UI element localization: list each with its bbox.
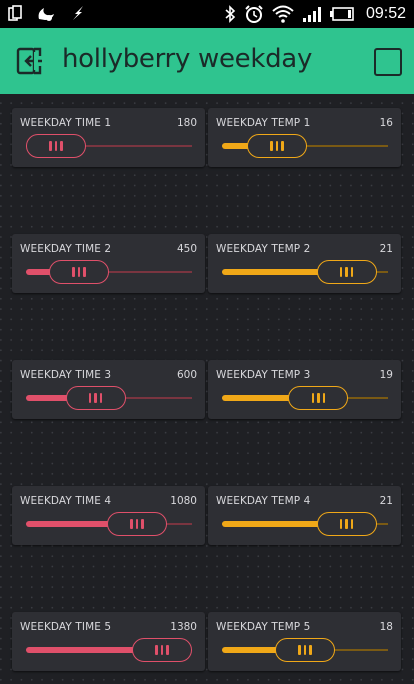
- grip-icon: [298, 645, 301, 655]
- grip-icon: [135, 519, 139, 529]
- slider-label: WEEKDAY TIME 3: [20, 369, 112, 381]
- slider-label: WEEKDAY TEMP 1: [216, 117, 311, 129]
- grip-icon: [350, 519, 354, 529]
- slider-label: WEEKDAY TIME 5: [20, 621, 112, 633]
- grip-icon: [141, 519, 144, 529]
- slider-card-temp-4[interactable]: WEEKDAY TEMP 4 21: [208, 486, 401, 545]
- slider-value: 1380: [170, 621, 197, 633]
- grip-icon: [345, 267, 348, 277]
- slider-label: WEEKDAY TIME 1: [20, 117, 112, 129]
- app-header: hollyberry weekday: [0, 28, 414, 94]
- slider-card-time-2[interactable]: WEEKDAY TIME 2 450: [12, 234, 205, 293]
- grip-icon: [54, 141, 58, 151]
- sim-card-icon: [8, 5, 22, 21]
- slider-card-time-4[interactable]: WEEKDAY TIME 4 1080: [12, 486, 205, 545]
- slider-value: 180: [176, 117, 197, 129]
- slider-card-temp-1[interactable]: WEEKDAY TEMP 1 16: [208, 108, 401, 167]
- slider-value: 18: [379, 621, 393, 633]
- slider-card-temp-5[interactable]: WEEKDAY TEMP 5 18: [208, 612, 401, 671]
- slider-card-time-1[interactable]: WEEKDAY TIME 1 180: [12, 108, 205, 167]
- grip-icon: [60, 141, 63, 151]
- grip-icon: [72, 267, 75, 277]
- slider-value: 16: [379, 117, 393, 129]
- signal-icon: [302, 7, 321, 22]
- bluetooth-icon: [225, 5, 236, 23]
- alarm-icon: [245, 5, 263, 23]
- slider-value: 1080: [170, 495, 197, 507]
- slider-label: WEEKDAY TIME 2: [20, 243, 112, 255]
- slider-card-time-5[interactable]: WEEKDAY TIME 5 1380: [12, 612, 205, 671]
- slider-handle[interactable]: [49, 260, 110, 284]
- grip-icon: [350, 267, 354, 277]
- slider-label: WEEKDAY TEMP 5: [216, 621, 311, 633]
- grip-icon: [275, 141, 279, 151]
- slider-card-time-3[interactable]: WEEKDAY TIME 3 600: [12, 360, 205, 419]
- slider-handle[interactable]: [288, 386, 349, 410]
- grip-icon: [130, 519, 133, 529]
- grip-icon: [303, 645, 307, 655]
- slider-handle[interactable]: [316, 512, 377, 536]
- grip-icon: [77, 267, 81, 277]
- grip-icon: [322, 393, 326, 403]
- slider-handle[interactable]: [316, 260, 377, 284]
- grip-icon: [281, 141, 284, 151]
- grip-icon: [88, 393, 92, 403]
- slider-card-temp-3[interactable]: WEEKDAY TEMP 3 19: [208, 360, 401, 419]
- slider-value: 21: [379, 495, 393, 507]
- grip-icon: [94, 393, 97, 403]
- slider-value: 21: [379, 243, 393, 255]
- grip-icon: [160, 645, 164, 655]
- weather-icon: [38, 8, 54, 21]
- grip-icon: [270, 141, 273, 151]
- slider-handle[interactable]: [26, 134, 86, 158]
- slider-label: WEEKDAY TEMP 2: [216, 243, 311, 255]
- slider-card-temp-2[interactable]: WEEKDAY TEMP 2 21: [208, 234, 401, 293]
- grip-icon: [345, 519, 348, 529]
- wifi-icon: [272, 5, 294, 23]
- status-bar: 09:52: [0, 0, 414, 28]
- slider-handle[interactable]: [107, 512, 168, 536]
- grip-icon: [339, 267, 343, 277]
- grip-icon: [155, 645, 158, 655]
- slider-value: 450: [176, 243, 197, 255]
- grip-icon: [311, 393, 315, 403]
- grip-icon: [83, 267, 86, 277]
- grip-icon: [49, 141, 52, 151]
- grip-icon: [309, 645, 312, 655]
- slider-label: WEEKDAY TEMP 3: [216, 369, 311, 381]
- grip-icon: [99, 393, 103, 403]
- slider-handle[interactable]: [275, 638, 335, 662]
- exit-project-icon[interactable]: [14, 44, 48, 78]
- page-title: hollyberry weekday: [62, 44, 313, 74]
- slider-handle[interactable]: [132, 638, 192, 662]
- grip-icon: [166, 645, 169, 655]
- clock-time: 09:52: [365, 5, 406, 22]
- grip-icon: [339, 519, 343, 529]
- slider-value: 600: [176, 369, 197, 381]
- slider-value: 19: [379, 369, 393, 381]
- grip-icon: [317, 393, 320, 403]
- slider-label: WEEKDAY TEMP 4: [216, 495, 311, 507]
- battery-icon: [329, 7, 354, 21]
- slider-handle[interactable]: [65, 386, 126, 410]
- square-icon[interactable]: [374, 48, 402, 76]
- slider-handle[interactable]: [246, 134, 307, 158]
- slider-label: WEEKDAY TIME 4: [20, 495, 112, 507]
- charging-bolt-icon: [73, 6, 83, 20]
